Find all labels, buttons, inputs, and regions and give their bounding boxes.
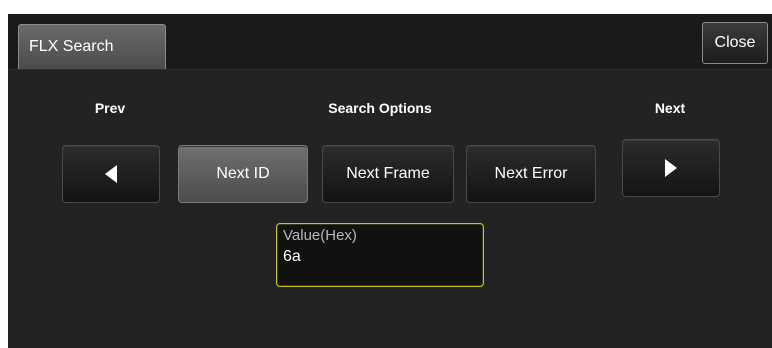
search-options-label: Search Options	[328, 100, 432, 116]
next-frame-button[interactable]: Next Frame	[322, 145, 454, 203]
prev-button[interactable]	[62, 145, 160, 203]
triangle-left-icon	[105, 165, 117, 183]
next-label: Next	[654, 100, 686, 116]
prev-label: Prev	[94, 100, 126, 116]
next-error-button[interactable]: Next Error	[466, 145, 596, 203]
search-panel: Prev Search Options Next Next ID Next Fr…	[8, 70, 772, 348]
tab-bar: FLX Search Close	[8, 14, 772, 70]
value-hex-caption: Value(Hex)	[283, 227, 357, 244]
flx-search-dialog: FLX Search Close Prev Search Options Nex…	[8, 14, 772, 348]
triangle-right-icon	[665, 159, 677, 177]
value-hex-input[interactable]: 6a	[283, 248, 301, 266]
next-id-button[interactable]: Next ID	[178, 145, 308, 203]
value-hex-field[interactable]: Value(Hex) 6a	[276, 223, 484, 287]
next-button[interactable]	[622, 139, 720, 197]
close-button[interactable]: Close	[702, 22, 768, 64]
tab-flx-search[interactable]: FLX Search	[18, 24, 166, 69]
